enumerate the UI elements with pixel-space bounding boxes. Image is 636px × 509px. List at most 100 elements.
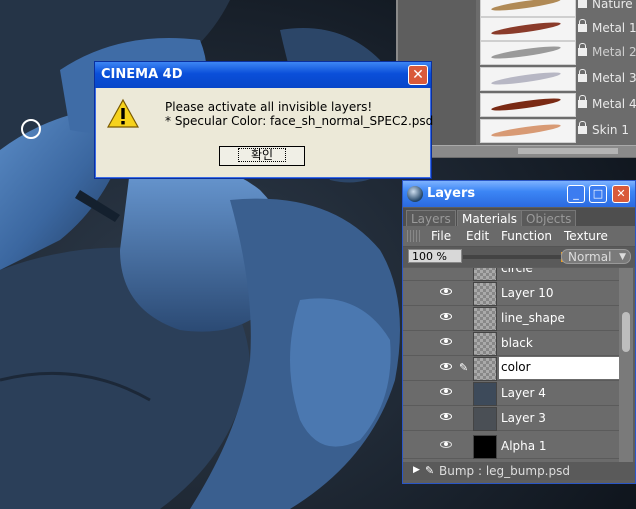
eye-icon[interactable] [439, 286, 453, 298]
lock-icon [578, 69, 587, 83]
brush-thumbnail [480, 67, 576, 91]
layer-thumbnail [473, 382, 497, 406]
eye-icon[interactable] [439, 361, 453, 373]
material-channel-row[interactable]: ▶ ✎ Bump : leg_bump.psd [403, 462, 635, 480]
scrollbar-thumb[interactable] [518, 148, 618, 154]
dialog-titlebar[interactable]: CINEMA 4D ✕ [95, 62, 431, 88]
brush-label: Metal 1 [592, 21, 636, 35]
message-line-1: Please activate all invisible layers! [165, 100, 373, 114]
layer-name: Alpha 1 [501, 439, 547, 453]
brush-thumbnail [480, 93, 576, 117]
channel-label: Bump : leg_bump.psd [439, 464, 570, 478]
menu-texture[interactable]: Texture [564, 229, 608, 243]
layer-row-alpha[interactable]: Alpha 1 [403, 434, 619, 459]
menu-edit[interactable]: Edit [466, 229, 489, 243]
eye-icon[interactable] [439, 386, 453, 398]
opacity-slider[interactable] [463, 252, 563, 262]
alpha-thumbnail [473, 435, 497, 459]
expand-triangle-icon[interactable]: ▶ [413, 465, 420, 475]
menu-file[interactable]: File [431, 229, 451, 243]
layer-name: line_shape [501, 311, 565, 325]
brush-thumbnail [480, 41, 576, 65]
layer-thumbnail [473, 407, 497, 431]
close-button[interactable]: ✕ [408, 65, 428, 85]
layer-name: Layer 10 [501, 286, 554, 300]
scrollbar-thumb[interactable] [622, 312, 630, 352]
layer-row[interactable]: Layer 3 [403, 406, 619, 431]
brush-preset-metal-1[interactable]: Metal 1 [478, 16, 636, 41]
lock-icon [578, 43, 587, 57]
brush-preset-metal-4[interactable]: Metal 4 [478, 92, 636, 117]
layer-row[interactable]: black [403, 331, 619, 356]
app-icon [407, 186, 423, 202]
layer-thumbnail [473, 357, 497, 381]
layer-row[interactable]: Layer 4 [403, 381, 619, 406]
close-button[interactable]: ✕ [612, 185, 630, 203]
paint-brush-icon: ✎ [425, 464, 435, 477]
tab-objects[interactable]: Objects [521, 210, 577, 226]
brush-preset-metal-2[interactable]: Metal 2 [478, 40, 636, 65]
layer-row[interactable]: line_shape [403, 306, 619, 331]
lock-icon [578, 95, 587, 109]
eye-icon[interactable] [439, 336, 453, 348]
brush-label: Metal 3 [592, 71, 636, 85]
lock-icon [578, 0, 587, 9]
layer-thumbnail [473, 282, 497, 306]
ok-button-label: 확인 [237, 148, 287, 162]
minimize-button[interactable]: _ [567, 185, 585, 203]
layer-name: Layer 3 [501, 411, 546, 425]
warning-dialog: CINEMA 4D ✕ Please activate all invisibl… [94, 61, 433, 179]
brush-label: Skin 1 [592, 123, 629, 137]
ok-button[interactable]: 확인 [219, 146, 305, 166]
brush-panel-scrollbar[interactable] [398, 145, 636, 157]
chevron-down-icon: ▼ [619, 252, 626, 262]
layer-name: color [499, 357, 619, 379]
menu-function[interactable]: Function [501, 229, 552, 243]
brush-label: Metal 2 [592, 45, 636, 59]
tab-materials[interactable]: Materials [457, 210, 523, 226]
brush-label: Metal 4 [592, 97, 636, 111]
lock-icon [578, 19, 587, 33]
blend-mode-value: Normal [568, 250, 612, 264]
brush-preset-metal-3[interactable]: Metal 3 [478, 66, 636, 91]
layers-palette: Layers _ □ ✕ Layers Materials Objects Fi… [402, 180, 636, 484]
warning-icon [107, 98, 139, 128]
eye-icon[interactable] [439, 439, 453, 451]
layer-row-selected[interactable]: ✎ color [403, 356, 619, 381]
layer-row[interactable]: circle [403, 268, 619, 281]
brush-thumbnail [480, 0, 576, 17]
blend-mode-select[interactable]: Normal ▼ [561, 249, 631, 264]
layer-list-scrollbar[interactable] [619, 268, 633, 468]
eye-icon[interactable] [439, 311, 453, 323]
dialog-title: CINEMA 4D [101, 67, 183, 82]
message-line-2: * Specular Color: face_sh_normal_SPEC2.p… [165, 114, 434, 128]
brush-presets-panel: Nature Metal 1 Metal 2 Metal 3 Metal 4 S… [396, 0, 636, 158]
grip-icon[interactable] [407, 230, 421, 242]
layers-title: Layers [427, 186, 476, 201]
palette-menubar: File Edit Function Texture [403, 226, 635, 247]
layer-controls: 100 % Normal ▼ [403, 247, 635, 267]
layer-name: black [501, 336, 533, 350]
layer-name: Layer 4 [501, 386, 546, 400]
brush-thumbnail [480, 119, 576, 143]
layer-thumbnail [473, 332, 497, 356]
brush-preset-nature[interactable]: Nature [478, 0, 633, 17]
paint-brush-icon: ✎ [459, 361, 469, 374]
brush-cursor-icon [21, 119, 41, 139]
brush-thumbnail [480, 17, 576, 41]
layer-thumbnail [473, 307, 497, 331]
eye-icon[interactable] [439, 411, 453, 423]
brush-label: Nature [592, 0, 633, 11]
dialog-message: Please activate all invisible layers! * … [165, 100, 433, 128]
brush-preset-skin-1[interactable]: Skin 1 [478, 118, 632, 143]
layer-thumbnail [473, 268, 497, 281]
opacity-field[interactable]: 100 % [408, 249, 462, 263]
layer-name: circle [501, 268, 533, 275]
tab-layers[interactable]: Layers [406, 210, 456, 226]
layer-row[interactable]: Layer 10 [403, 281, 619, 306]
lock-icon [578, 121, 587, 135]
layer-list: circle Layer 10 line_shape black ✎ color… [403, 268, 619, 468]
maximize-button[interactable]: □ [589, 185, 607, 203]
layers-titlebar[interactable]: Layers _ □ ✕ [403, 181, 635, 207]
palette-tabs: Layers Materials Objects [403, 208, 635, 226]
